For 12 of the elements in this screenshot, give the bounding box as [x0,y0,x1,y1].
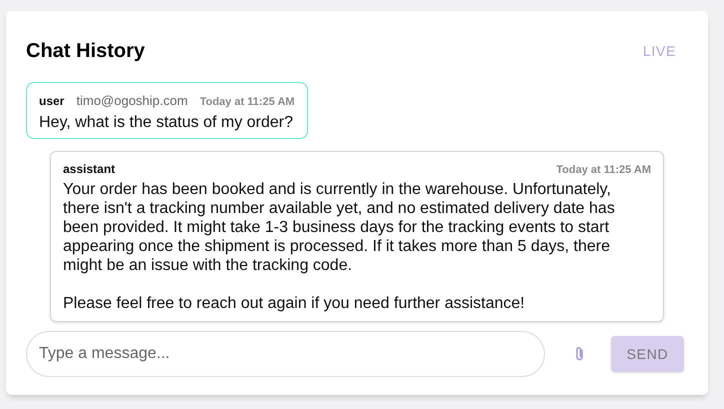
message-sender: timo@ogoship.com [76,92,188,110]
message-time: Today at 11:25 AM [556,162,651,178]
message-text: Your order has been booked and is currently in the warehouse. Unfortunately, there isn't a tracking number available yet, and no estimated delivery date has been provided. It might take 1-3 business days for the tracking events to start appearing once the shipment is processed. If it takes more than 5 days, there might be an issue with the tracking code. [63,180,616,275]
message-time: Today at 11:25 AM [200,95,295,110]
message-text: Hey, what is the status of my order? [39,112,294,132]
message-input[interactable]: Type a message... [26,331,545,377]
paperclip-icon[interactable] [574,346,585,362]
message-text: Please feel free to reach out again if you need further assistance! [63,294,526,313]
message-role: assistant [63,160,116,178]
live-status: LIVE [642,42,676,60]
message-role: user [39,93,64,110]
panel-title: Chat History [26,39,145,64]
